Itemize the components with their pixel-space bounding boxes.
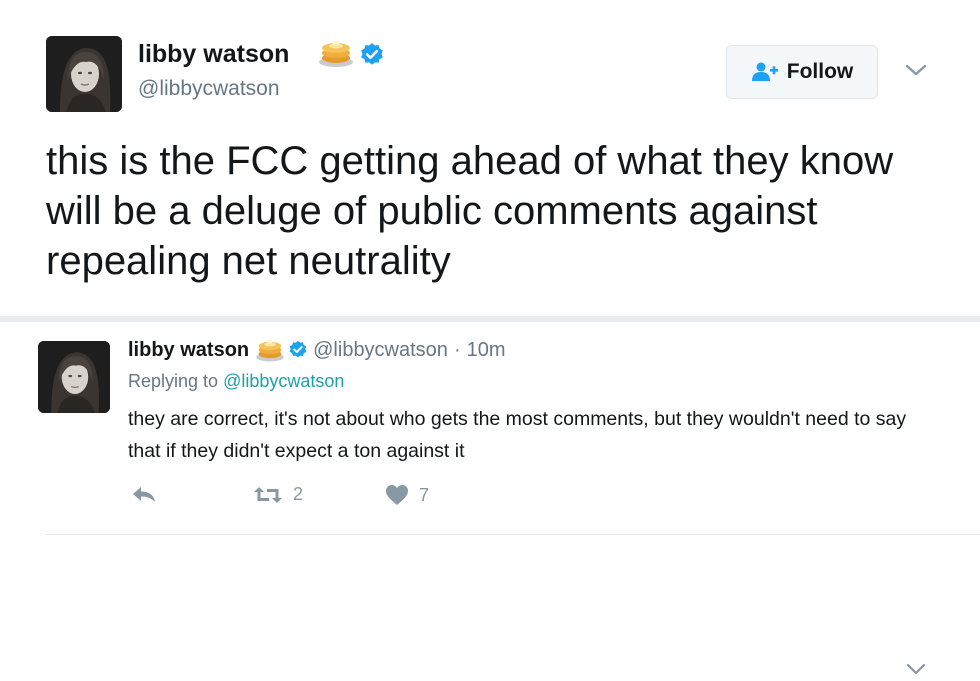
chevron-down-icon[interactable] xyxy=(904,62,928,78)
follow-button[interactable]: Follow xyxy=(726,45,878,99)
divider xyxy=(46,534,980,535)
reply-button[interactable] xyxy=(131,484,157,504)
tweet-text: this is the FCC getting ahead of what th… xyxy=(46,139,894,283)
add-user-icon xyxy=(751,62,778,81)
retweet-button[interactable]: 2 xyxy=(253,484,303,505)
separator-dot: · xyxy=(453,338,461,361)
like-count: 7 xyxy=(419,484,430,505)
retweet-icon xyxy=(254,486,282,503)
reply-tweet[interactable]: libby watson @libbycwatson · 10m Replyin… xyxy=(0,322,980,675)
reply-text: they are correct, it's not about who get… xyxy=(128,408,907,462)
replying-to-link[interactable]: @libbycwatson xyxy=(223,371,344,391)
user-handle[interactable]: @libbycwatson xyxy=(138,77,280,101)
avatar[interactable] xyxy=(46,36,122,112)
pancakes-emoji xyxy=(318,37,354,69)
reply-header: libby watson @libbycwatson · 10m xyxy=(128,336,506,364)
follow-button-label: Follow xyxy=(786,60,854,83)
chevron-down-icon[interactable] xyxy=(905,662,927,676)
reply-icon xyxy=(133,487,155,502)
main-tweet: libby watson @libbycwatson Follow this i… xyxy=(0,0,980,316)
like-button[interactable]: 7 xyxy=(385,484,429,506)
reply-handle[interactable]: @libbycwatson xyxy=(313,339,448,362)
verified-badge-icon xyxy=(359,42,385,68)
replying-to-label: Replying to xyxy=(128,371,219,391)
retweet-count: 2 xyxy=(293,484,304,504)
replying-to: Replying to @libbycwatson xyxy=(128,371,344,392)
timestamp[interactable]: 10m xyxy=(467,339,506,362)
pancakes-emoji xyxy=(256,340,284,362)
reply-display-name[interactable]: libby watson xyxy=(128,339,249,362)
display-name[interactable]: libby watson xyxy=(138,40,289,69)
verified-badge-icon xyxy=(289,340,307,358)
heart-icon xyxy=(386,485,408,505)
tweet-actions: 2 7 xyxy=(0,482,980,512)
reply-avatar[interactable] xyxy=(38,341,110,413)
